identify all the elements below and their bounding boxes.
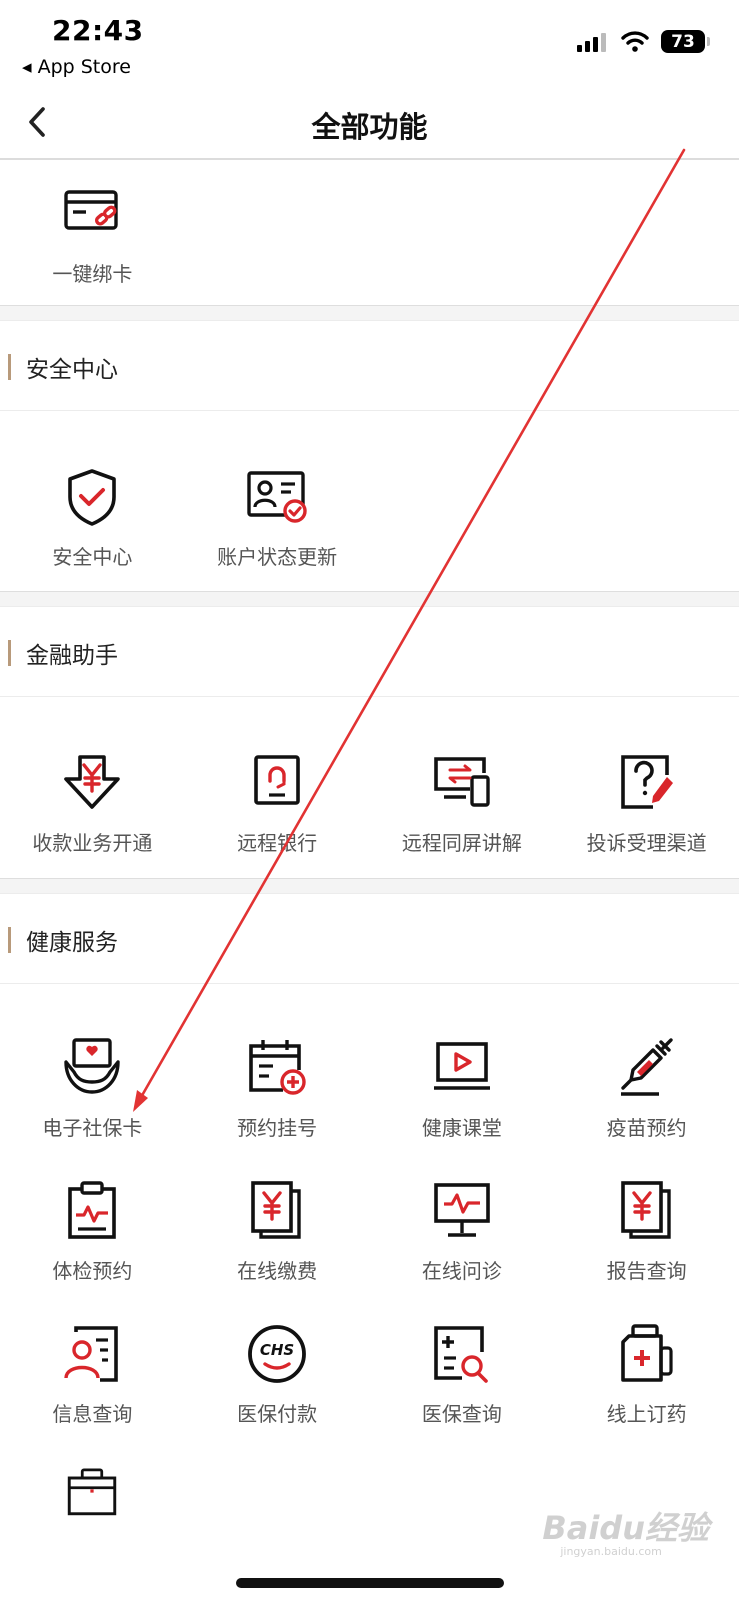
back-to-app-store-link[interactable]: ◂ App Store <box>22 56 131 78</box>
health-row: 信息查询 CHS 医保付款 医保查询 线上订药 <box>0 1304 739 1447</box>
monitor-pulse-icon <box>434 1183 490 1237</box>
item-label: 医保查询 <box>421 1402 502 1426</box>
item-label: 电子社保卡 <box>42 1116 143 1140</box>
security-grid: 安全中心 账户状态更新 <box>0 411 739 591</box>
medical-insurance-payment-item[interactable]: CHS 医保付款 <box>185 1304 370 1447</box>
section-title: 金融助手 <box>26 643 118 669</box>
chs-badge-icon: CHS <box>248 1325 307 1383</box>
page-title: 全部功能 <box>311 110 428 144</box>
item-label: 一键绑卡 <box>52 262 133 286</box>
health-row: 电子社保卡 预约挂号 健康课堂 疫苗预约 <box>0 1018 739 1161</box>
person-info-icon <box>64 1326 119 1382</box>
card-link-icon <box>64 190 119 230</box>
item-label: 投诉受理渠道 <box>586 831 707 855</box>
clipboard-pulse-icon <box>68 1181 117 1239</box>
one-click-bind-card-item[interactable]: 一键绑卡 <box>0 164 185 305</box>
vaccine-appointment-item[interactable]: 疫苗预约 <box>554 1018 739 1161</box>
section-accent-bar <box>8 354 11 380</box>
home-indicator[interactable] <box>236 1578 504 1588</box>
id-card-check-icon <box>247 471 307 523</box>
physical-exam-appointment-item[interactable]: 体检预约 <box>0 1161 185 1304</box>
item-label: 账户状态更新 <box>217 545 338 569</box>
remote-banking-item[interactable]: 远程银行 <box>185 733 370 879</box>
appointment-registration-item[interactable]: 预约挂号 <box>185 1018 370 1161</box>
watermark-brand: Baidu经验 <box>542 1509 709 1547</box>
section-divider <box>0 878 739 894</box>
video-play-icon <box>433 1042 490 1090</box>
item-label: 信息查询 <box>52 1402 133 1426</box>
online-medicine-order-item[interactable]: 线上订药 <box>554 1304 739 1447</box>
baidu-watermark: Baidu经验 jingyan.baidu.com <box>542 1503 709 1558</box>
online-consultation-item[interactable]: 在线问诊 <box>370 1161 555 1304</box>
yuan-download-icon <box>64 755 121 809</box>
wifi-icon <box>621 31 649 52</box>
item-label: 在线问诊 <box>421 1259 502 1283</box>
account-status-update-item[interactable]: 账户状态更新 <box>185 447 370 593</box>
shield-check-icon <box>68 469 117 526</box>
section-accent-bar <box>8 927 11 953</box>
payment-service-activation-item[interactable]: 收款业务开通 <box>0 733 185 879</box>
signal-icon <box>577 32 606 52</box>
syringe-icon <box>620 1038 673 1096</box>
item-label: 体检预约 <box>52 1259 133 1283</box>
section-header-health: 健康服务 <box>0 894 739 984</box>
security-center-item[interactable]: 安全中心 <box>0 447 185 593</box>
item-label: 疫苗预约 <box>606 1116 687 1140</box>
item-label: 预约挂号 <box>237 1116 318 1140</box>
medical-kit-item[interactable] <box>0 1447 185 1517</box>
item-label: 健康课堂 <box>421 1116 502 1140</box>
question-pen-icon <box>620 755 673 809</box>
health-row: 体检预约 在线缴费 在线问诊 报告查询 <box>0 1161 739 1304</box>
item-label: 在线缴费 <box>237 1259 318 1283</box>
medical-insurance-query-item[interactable]: 医保查询 <box>370 1304 555 1447</box>
complaint-channel-item[interactable]: 投诉受理渠道 <box>554 733 739 879</box>
item-label: 医保付款 <box>237 1402 318 1426</box>
medical-kit-icon <box>68 1468 117 1516</box>
item-label: 收款业务开通 <box>32 831 153 855</box>
section-header-finance: 金融助手 <box>0 607 739 697</box>
yuan-document-icon <box>251 1181 301 1239</box>
section-title: 安全中心 <box>26 357 118 383</box>
report-query-item[interactable]: 报告查询 <box>554 1161 739 1304</box>
section-divider <box>0 305 739 321</box>
item-label: 远程同屏讲解 <box>401 831 522 855</box>
chs-text: CHS <box>260 1341 294 1359</box>
calendar-plus-icon <box>249 1040 306 1095</box>
medicine-bottle-icon <box>620 1324 673 1382</box>
nav-bar: 全部功能 <box>0 92 739 160</box>
item-label: 报告查询 <box>606 1259 687 1283</box>
status-time: 22:43 <box>52 14 144 47</box>
medical-search-icon <box>434 1326 488 1383</box>
screen-share-icon <box>434 757 490 807</box>
item-label: 安全中心 <box>52 545 133 569</box>
section-title: 健康服务 <box>26 930 118 956</box>
remote-screen-share-item[interactable]: 远程同屏讲解 <box>370 733 555 879</box>
health-grid: 电子社保卡 预约挂号 健康课堂 疫苗预约 体检预约 在线缴费 在线问诊 报告查询… <box>0 984 739 1527</box>
information-query-item[interactable]: 信息查询 <box>0 1304 185 1447</box>
status-icons: 73 <box>577 30 710 53</box>
online-payment-item[interactable]: 在线缴费 <box>185 1161 370 1304</box>
battery-indicator: 73 <box>661 30 710 53</box>
item-label: 远程银行 <box>237 831 318 855</box>
section-accent-bar <box>8 640 11 666</box>
function-list: 一键绑卡 安全中心 安全中心 账户状态更新 金融助手 收款业务开通 远程银行 远… <box>0 162 739 1527</box>
status-bar: 22:43 ◂ App Store 73 <box>0 0 739 90</box>
headset-icon <box>254 755 300 805</box>
health-class-item[interactable]: 健康课堂 <box>370 1018 555 1161</box>
section-header-security: 安全中心 <box>0 321 739 411</box>
top-row: 一键绑卡 <box>0 162 739 305</box>
item-label: 线上订药 <box>606 1402 687 1426</box>
finance-grid: 收款业务开通 远程银行 远程同屏讲解 投诉受理渠道 <box>0 697 739 878</box>
section-divider <box>0 591 739 607</box>
e-social-security-card-item[interactable]: 电子社保卡 <box>0 1018 185 1161</box>
report-yuan-icon <box>620 1181 671 1239</box>
social-security-card-icon <box>64 1038 121 1094</box>
